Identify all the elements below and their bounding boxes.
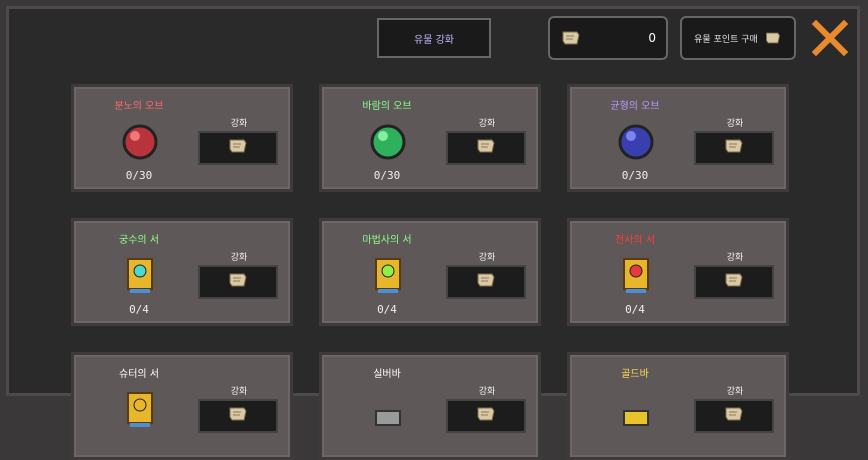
red-orb-icon — [120, 121, 160, 163]
relic-card: 전사의 서 0/4 강화 — [567, 218, 789, 326]
upgrade-label: 강화 — [478, 387, 496, 397]
upgrade-label: 강화 — [230, 119, 248, 129]
relic-card: 실버바 강화 — [319, 352, 541, 460]
relic-title: 실버바 — [373, 369, 401, 380]
upgrade-button[interactable] — [198, 265, 278, 299]
relic-upgrade-label: 유물 강화 — [414, 34, 454, 46]
scroll-icon — [227, 271, 249, 293]
relic-title: 골드바 — [621, 369, 649, 380]
upgrade-label: 강화 — [230, 253, 248, 263]
relic-card: 분노의 오브 0/30 강화 — [71, 84, 293, 192]
scroll-icon — [560, 29, 582, 47]
relic-count: 0/4 — [129, 303, 149, 316]
scroll-icon — [723, 137, 745, 159]
upgrade-button[interactable] — [446, 131, 526, 165]
scroll-counter: 0 — [548, 16, 668, 60]
upgrade-button[interactable] — [446, 265, 526, 299]
upgrade-label: 강화 — [726, 387, 744, 397]
relic-title: 전사의 서 — [615, 235, 655, 246]
relic-card: 골드바 강화 — [567, 352, 789, 460]
scroll-icon — [764, 30, 782, 46]
relic-title: 균형의 오브 — [610, 101, 660, 112]
scroll-icon — [723, 271, 745, 293]
upgrade-button[interactable] — [694, 399, 774, 433]
cyan-book-icon — [120, 255, 160, 297]
scroll-icon — [723, 405, 745, 427]
relic-title: 궁수의 서 — [119, 235, 159, 246]
book-icon — [120, 389, 160, 431]
blue-orb-icon — [616, 121, 656, 163]
scroll-icon — [227, 405, 249, 427]
upgrade-button[interactable] — [694, 131, 774, 165]
scroll-icon — [475, 271, 497, 293]
window-frame — [6, 6, 860, 396]
upgrade-button[interactable] — [198, 131, 278, 165]
close-icon[interactable] — [808, 16, 852, 60]
relic-card: 균형의 오브 0/30 강화 — [567, 84, 789, 192]
buy-points-label: 유물 포인트 구매 — [694, 34, 758, 45]
relic-card: 바람의 오브 0/30 강화 — [319, 84, 541, 192]
upgrade-label: 강화 — [230, 387, 248, 397]
gold-bar-icon — [616, 389, 656, 431]
scroll-icon — [227, 137, 249, 159]
relic-card: 마법사의 서 0/4 강화 — [319, 218, 541, 326]
upgrade-button[interactable] — [694, 265, 774, 299]
relic-card: 슈터의 서 강화 — [71, 352, 293, 460]
relic-count: 0/4 — [625, 303, 645, 316]
scroll-icon — [475, 137, 497, 159]
upgrade-button[interactable] — [198, 399, 278, 433]
relic-title: 바람의 오브 — [362, 101, 412, 112]
relic-upgrade-tab[interactable]: 유물 강화 — [377, 18, 491, 58]
upgrade-label: 강화 — [478, 253, 496, 263]
green-book-icon — [368, 255, 408, 297]
buy-relic-points-button[interactable]: 유물 포인트 구매 — [680, 16, 796, 60]
red-book-icon — [616, 255, 656, 297]
upgrade-label: 강화 — [726, 119, 744, 129]
relic-card: 궁수의 서 0/4 강화 — [71, 218, 293, 326]
green-orb-icon — [368, 121, 408, 163]
upgrade-label: 강화 — [478, 119, 496, 129]
scroll-count: 0 — [648, 31, 656, 45]
relic-title: 슈터의 서 — [119, 369, 159, 380]
upgrade-label: 강화 — [726, 253, 744, 263]
scroll-icon — [475, 405, 497, 427]
relic-title: 분노의 오브 — [114, 101, 164, 112]
relic-count: 0/4 — [377, 303, 397, 316]
silver-bar-icon — [368, 389, 408, 431]
upgrade-button[interactable] — [446, 399, 526, 433]
relic-count: 0/30 — [125, 169, 153, 182]
relic-title: 마법사의 서 — [362, 235, 412, 246]
relic-count: 0/30 — [621, 169, 649, 182]
relic-count: 0/30 — [373, 169, 401, 182]
